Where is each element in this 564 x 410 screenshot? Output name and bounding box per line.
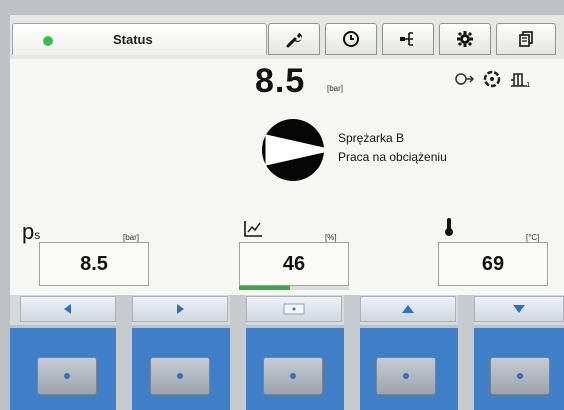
load-unit: [%] — [325, 233, 337, 242]
documents-icon — [519, 31, 533, 47]
clock-icon — [343, 31, 359, 47]
load-progress-fill — [239, 286, 290, 290]
tab-status[interactable]: Status — [12, 23, 267, 55]
compressor-symbol-icon — [262, 119, 325, 181]
arrow-left-icon — [64, 304, 71, 314]
nav-right-button[interactable] — [132, 296, 228, 322]
nav-down-button[interactable] — [474, 296, 564, 322]
gear-icon — [457, 31, 473, 47]
pressure-readout: 8.5 — [39, 242, 149, 286]
load-readout: 46 — [239, 242, 349, 286]
select-icon — [283, 303, 305, 315]
temperature-unit: [°C] — [526, 233, 540, 242]
status-icons: 1 — [453, 70, 531, 88]
nav-left-button[interactable] — [20, 296, 116, 322]
tab-network[interactable] — [382, 23, 434, 55]
outlet-pressure-value: 8.5 — [255, 62, 306, 100]
wrench-icon — [286, 33, 302, 48]
compressor-state: Praca na obciążeniu — [338, 150, 447, 164]
pressure-label-subscript: s — [34, 228, 41, 242]
arrow-right-icon — [177, 304, 184, 314]
outlet-pressure-unit: [bar] — [327, 84, 344, 93]
function-key-5[interactable] — [490, 357, 550, 395]
pressure-label-symbol: p — [22, 219, 35, 244]
divider — [344, 295, 360, 410]
function-key-1[interactable] — [37, 357, 97, 395]
divider — [230, 295, 246, 410]
load-progress-bar — [239, 286, 349, 290]
tab-settings[interactable] — [439, 23, 491, 55]
divider — [116, 295, 132, 410]
network-icon — [400, 32, 413, 46]
hmi-panel: Status 8.5 [bar] 1 Sprężarka B Praca na … — [0, 0, 564, 410]
pressure-unit: [bar] — [123, 233, 140, 242]
svg-text:1: 1 — [526, 81, 530, 88]
function-key-2[interactable] — [150, 357, 210, 395]
key-dot-icon — [177, 373, 183, 379]
key-dot-icon — [403, 373, 409, 379]
tab-timer[interactable] — [325, 23, 377, 55]
sensor-1-icon: 1 — [511, 73, 530, 88]
status-tab-label: Status — [113, 32, 153, 47]
load-chart-icon — [244, 221, 262, 237]
function-key-3[interactable] — [263, 357, 323, 395]
function-key-4[interactable] — [376, 357, 436, 395]
nav-select-button[interactable] — [246, 296, 342, 322]
tab-documents[interactable] — [496, 23, 556, 55]
compressor-name: Sprężarka B — [338, 131, 405, 145]
key-dot-icon — [64, 373, 70, 379]
pressure-label: ps — [22, 219, 40, 245]
tab-bar: Status — [10, 15, 564, 59]
nav-up-button[interactable] — [360, 296, 456, 322]
divider — [458, 295, 474, 410]
fan-icon — [483, 70, 501, 88]
tab-service[interactable] — [268, 23, 320, 55]
arrow-down-icon — [513, 305, 525, 313]
temperature-readout: 69 — [438, 242, 548, 286]
motor-icon — [455, 73, 475, 85]
key-dot-icon — [290, 373, 296, 379]
status-led-icon — [43, 36, 53, 46]
arrow-up-icon — [402, 305, 414, 313]
thermometer-icon — [445, 218, 453, 236]
key-dot-icon — [517, 373, 523, 379]
